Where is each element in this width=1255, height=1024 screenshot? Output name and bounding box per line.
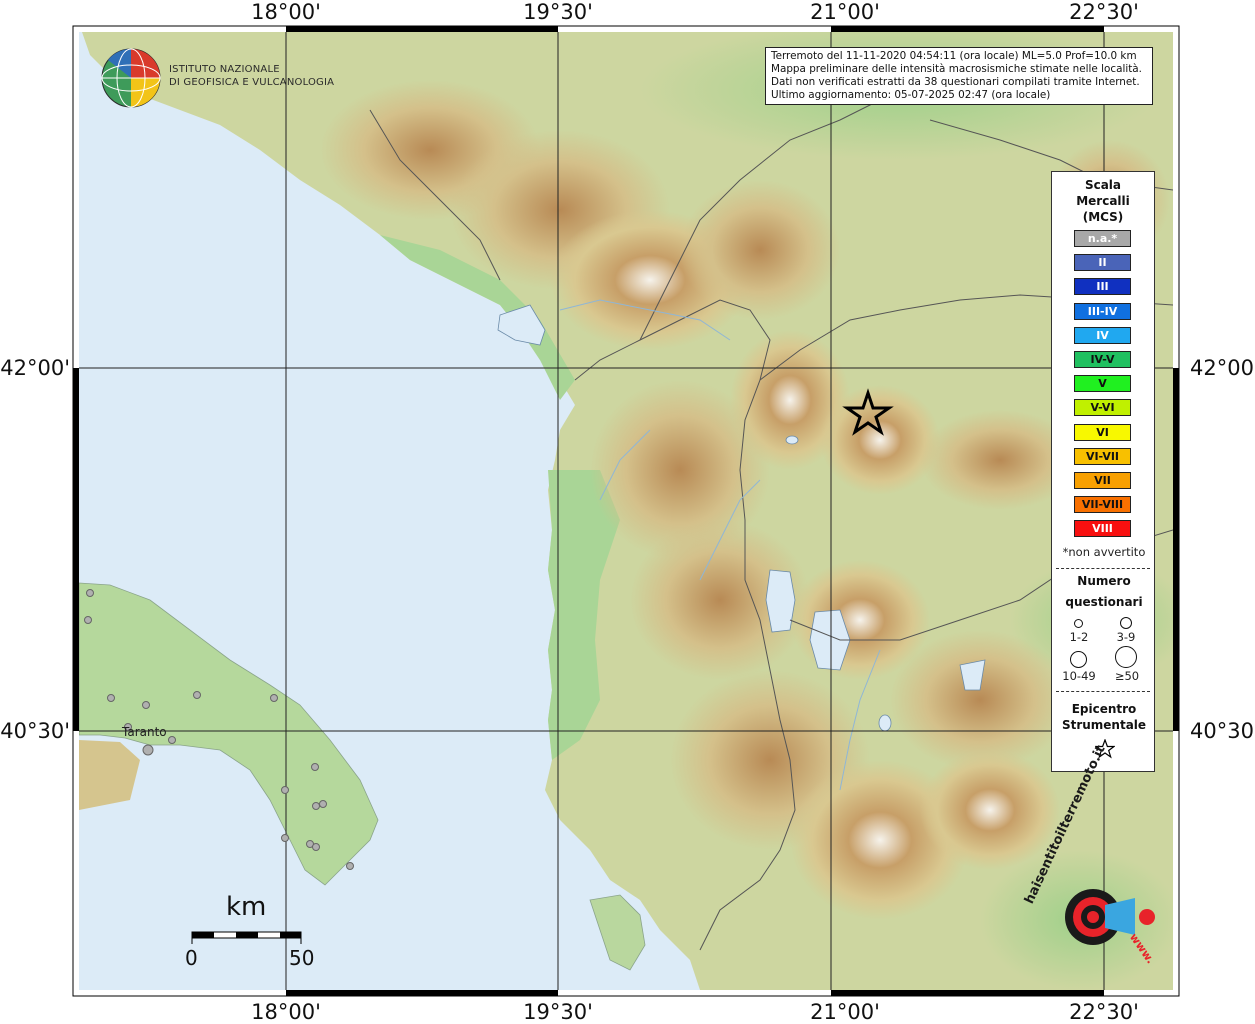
lon-tick-top-2: 19°30' (523, 0, 593, 24)
institute-name-line2: DI GEOFISICA E VULCANOLOGIA (169, 77, 335, 88)
intensity-class: II (1074, 254, 1131, 272)
lon-tick-bottom-1: 18°00' (251, 1000, 321, 1024)
questionnaire-point (311, 763, 319, 771)
questionnaire-point (270, 694, 278, 702)
lat-tick-left-2: 40°30' (0, 719, 70, 743)
questionnaire-point (86, 589, 94, 597)
lat-tick-left-1: 42°00' (0, 356, 70, 380)
intensity-class: IV (1074, 326, 1131, 344)
questionnaire-point (319, 800, 327, 808)
lon-tick-top-3: 21°00' (810, 0, 880, 24)
lon-tick-top-1: 18°00' (251, 0, 321, 24)
haisentito-watermark: haisentitoilterremoto.it www. (1022, 743, 1170, 970)
intensity-class: III (1074, 278, 1131, 296)
event-info-line4: Ultimo aggiornamento: 05-07-2025 02:47 (… (771, 89, 1051, 101)
count-circle-medium (1120, 617, 1132, 629)
event-info-line3: Dati non verificati estratti da 38 quest… (771, 76, 1140, 88)
questionnaire-point (142, 744, 154, 756)
lon-tick-top-4: 22°30' (1069, 0, 1139, 24)
intensity-class: VII (1074, 472, 1131, 489)
questionnaire-point (107, 694, 115, 702)
count-circle-small (1074, 619, 1083, 628)
intensity-class: V-VI (1074, 399, 1131, 417)
questionnaire-point (84, 616, 92, 624)
lon-tick-bottom-2: 19°30' (523, 1000, 593, 1024)
intensity-class: IV-V (1074, 351, 1131, 368)
questionnaire-point (312, 802, 320, 810)
count-class-3: 10-49 (1062, 669, 1096, 683)
lat-tick-right-1: 42°00' (1190, 356, 1255, 380)
intensity-class: VIII (1074, 520, 1131, 538)
legend-title-line1: Scala (1084, 178, 1122, 192)
event-info-line1: Terremoto del 11-11-2020 04:54:11 (ora l… (771, 50, 1137, 62)
event-info-line2: Mappa preliminare delle intensità macros… (771, 63, 1142, 75)
legend-separator-2 (1056, 691, 1150, 692)
intensity-class: VI (1074, 423, 1131, 441)
count-class-2: 3-9 (1116, 630, 1136, 644)
questionnaire-point (168, 736, 176, 744)
count-class-4: ≥50 (1114, 669, 1140, 683)
ingv-logo-globe (101, 48, 161, 108)
questionnaire-point (281, 786, 289, 794)
count-title-line2: questionari (1065, 595, 1143, 609)
questionnaire-point (312, 843, 320, 851)
institute-name-line1: ISTITUTO NAZIONALE (169, 64, 280, 75)
legend-title-line2: Mercalli (1076, 194, 1130, 208)
questionnaire-point (281, 834, 289, 842)
scalebar-min: 0 (185, 946, 198, 970)
questionnaire-point (193, 691, 201, 699)
legend-title-line3: (MCS) (1082, 210, 1124, 224)
count-title-line1: Numero (1077, 574, 1131, 588)
questionnaire-point (142, 701, 150, 709)
intensity-class: V (1074, 375, 1131, 393)
count-circle-large (1070, 651, 1087, 668)
city-label-taranto: Taranto (122, 725, 167, 739)
lat-tick-right-2: 40°30' (1190, 719, 1255, 743)
intensity-class: VII-VIII (1074, 496, 1131, 514)
institute-name: ISTITUTO NAZIONALE DI GEOFISICA E VULCAN… (169, 63, 334, 89)
lon-tick-bottom-4: 22°30' (1069, 1000, 1139, 1024)
intensity-class: VI-VII (1074, 447, 1131, 465)
legend-separator-1 (1056, 568, 1150, 569)
count-circle-xlarge (1115, 646, 1137, 668)
count-class-1: 1-2 (1069, 630, 1089, 644)
scalebar-unit: km (226, 892, 267, 922)
epicenter-title-line2: Strumentale (1061, 718, 1147, 732)
intensity-class: n.a.* (1074, 230, 1131, 247)
event-info-box: Terremoto del 11-11-2020 04:54:11 (ora l… (765, 47, 1153, 105)
epicenter-title-line1: Epicentro (1071, 702, 1137, 716)
intensity-class: III-IV (1074, 302, 1131, 320)
haisentito-url: www. (1126, 930, 1158, 967)
questionnaire-point (346, 862, 354, 870)
not-felt-note: *non avvertito (1062, 545, 1146, 559)
lon-tick-bottom-3: 21°00' (810, 1000, 880, 1024)
intensity-legend: Scala Mercalli (MCS) n.a.* II III III-IV IV I… (1051, 171, 1155, 772)
scalebar-max: 50 (289, 946, 315, 970)
